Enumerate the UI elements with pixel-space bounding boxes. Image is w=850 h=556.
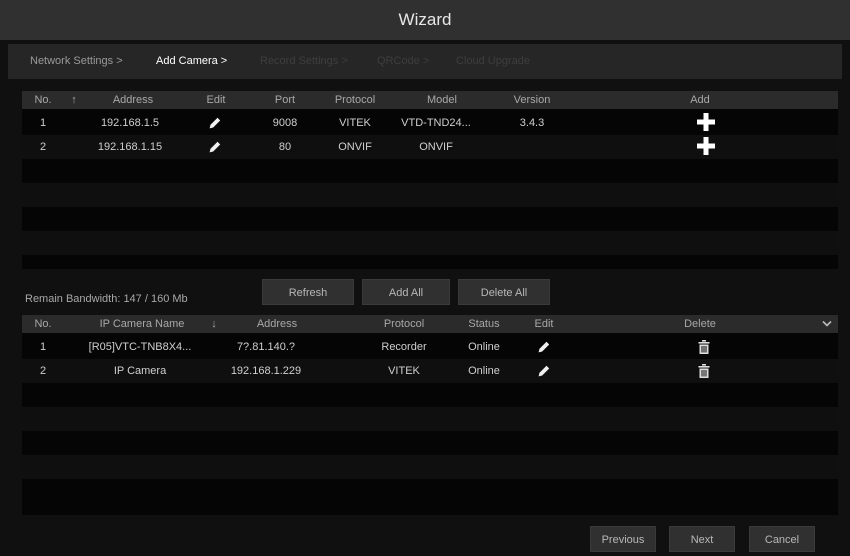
row-address: 192.168.1.5	[100, 117, 160, 129]
row-status: Online	[468, 365, 500, 377]
row-version: 3.4.3	[519, 117, 545, 129]
row-protocol: VITEK	[388, 365, 420, 377]
row-address: 7?.81.140.?	[236, 341, 296, 353]
header-no[interactable]: No.	[26, 91, 60, 109]
empty-row	[22, 231, 838, 255]
header-delete: Delete	[684, 318, 716, 330]
previous-button[interactable]: Previous	[590, 526, 656, 552]
row-status: Online	[468, 341, 500, 353]
cancel-button[interactable]: Cancel	[749, 526, 815, 552]
row-model: ONVIF	[419, 141, 453, 153]
table-row[interactable]: 2 192.168.1.15 80 ONVIF ONVIF	[22, 135, 838, 159]
empty-row	[22, 479, 838, 503]
empty-row	[22, 407, 838, 431]
row-address: 192.168.1.229	[230, 365, 302, 377]
row-camera-name: IP Camera	[113, 365, 167, 377]
trash-icon[interactable]	[698, 364, 710, 378]
trash-icon[interactable]	[698, 340, 710, 354]
next-button[interactable]: Next	[669, 526, 735, 552]
remaining-bandwidth: Remain Bandwidth: 147 / 160 Mb	[25, 293, 188, 305]
table-row[interactable]: 1 192.168.1.5 9008 VITEK VTD-TND24... 3.…	[22, 111, 838, 135]
row-camera-name: [R05]VTC-TNB8X4...	[88, 341, 192, 353]
window-title: Wizard	[398, 10, 452, 29]
empty-row	[22, 431, 838, 455]
row-no: 1	[39, 341, 47, 353]
header-version[interactable]: Version	[502, 91, 562, 109]
step-cloud-upgrade: Cloud Upgrade	[456, 55, 530, 67]
row-no: 1	[39, 117, 47, 129]
row-version	[502, 135, 562, 159]
search-table-header: No. ↑ Address Edit Port Protocol Model V…	[22, 91, 838, 109]
header-port[interactable]: Port	[260, 91, 310, 109]
sort-asc-icon[interactable]: ↑	[66, 91, 82, 109]
step-qrcode: QRCode >	[377, 55, 430, 67]
empty-row	[22, 183, 838, 207]
pencil-icon[interactable]	[538, 341, 550, 353]
header-address[interactable]: Address	[90, 91, 176, 109]
table-row[interactable]: 1 [R05]VTC-TNB8X4... 7?.81.140.? Recorde…	[22, 335, 838, 359]
added-camera-table: No. IP Camera Name ↓ Address Protocol St…	[22, 315, 838, 515]
sort-desc-icon[interactable]: ↓	[206, 315, 222, 333]
row-protocol: ONVIF	[338, 141, 372, 153]
row-port: 80	[278, 141, 292, 153]
wizard-steps: Network Settings > Add Camera > Record S…	[8, 44, 842, 79]
wizard-window: Wizard Network Settings > Add Camera > R…	[0, 0, 850, 556]
pencil-icon[interactable]	[538, 365, 550, 377]
plus-icon[interactable]	[697, 113, 715, 131]
step-record-settings: Record Settings >	[260, 55, 348, 67]
row-no: 2	[39, 365, 47, 377]
row-protocol: VITEK	[339, 117, 371, 129]
header-status[interactable]: Status	[456, 315, 512, 333]
step-add-camera[interactable]: Add Camera >	[156, 44, 227, 79]
pencil-icon[interactable]	[209, 141, 221, 153]
search-camera-table: No. ↑ Address Edit Port Protocol Model V…	[22, 91, 838, 269]
header-address[interactable]: Address	[236, 315, 318, 333]
header-protocol[interactable]: Protocol	[322, 91, 388, 109]
header-edit: Edit	[206, 94, 226, 106]
row-port: 9008	[272, 117, 298, 129]
header-edit: Edit	[534, 318, 554, 330]
row-no: 2	[39, 141, 47, 153]
empty-row	[22, 207, 838, 231]
header-protocol[interactable]: Protocol	[362, 315, 446, 333]
header-add: Add	[690, 94, 710, 106]
row-model: VTD-TND24...	[401, 117, 471, 129]
header-model[interactable]: Model	[402, 91, 482, 109]
refresh-button[interactable]: Refresh	[262, 279, 354, 305]
row-protocol: Recorder	[381, 341, 427, 353]
camera-table-header: No. IP Camera Name ↓ Address Protocol St…	[22, 315, 838, 333]
empty-row	[22, 455, 838, 479]
empty-row	[22, 383, 838, 407]
chevron-down-icon[interactable]	[822, 320, 832, 328]
title-bar: Wizard	[0, 0, 850, 40]
header-ip-camera-name[interactable]: IP Camera Name	[82, 315, 202, 333]
empty-row	[22, 159, 838, 183]
add-all-button[interactable]: Add All	[362, 279, 450, 305]
pencil-icon[interactable]	[209, 117, 221, 129]
header-no[interactable]: No.	[26, 315, 60, 333]
plus-icon[interactable]	[697, 137, 715, 155]
step-network-settings[interactable]: Network Settings >	[30, 44, 123, 79]
table-row[interactable]: 2 IP Camera 192.168.1.229 VITEK Online	[22, 359, 838, 383]
delete-all-button[interactable]: Delete All	[458, 279, 550, 305]
row-address: 192.168.1.15	[97, 141, 163, 153]
